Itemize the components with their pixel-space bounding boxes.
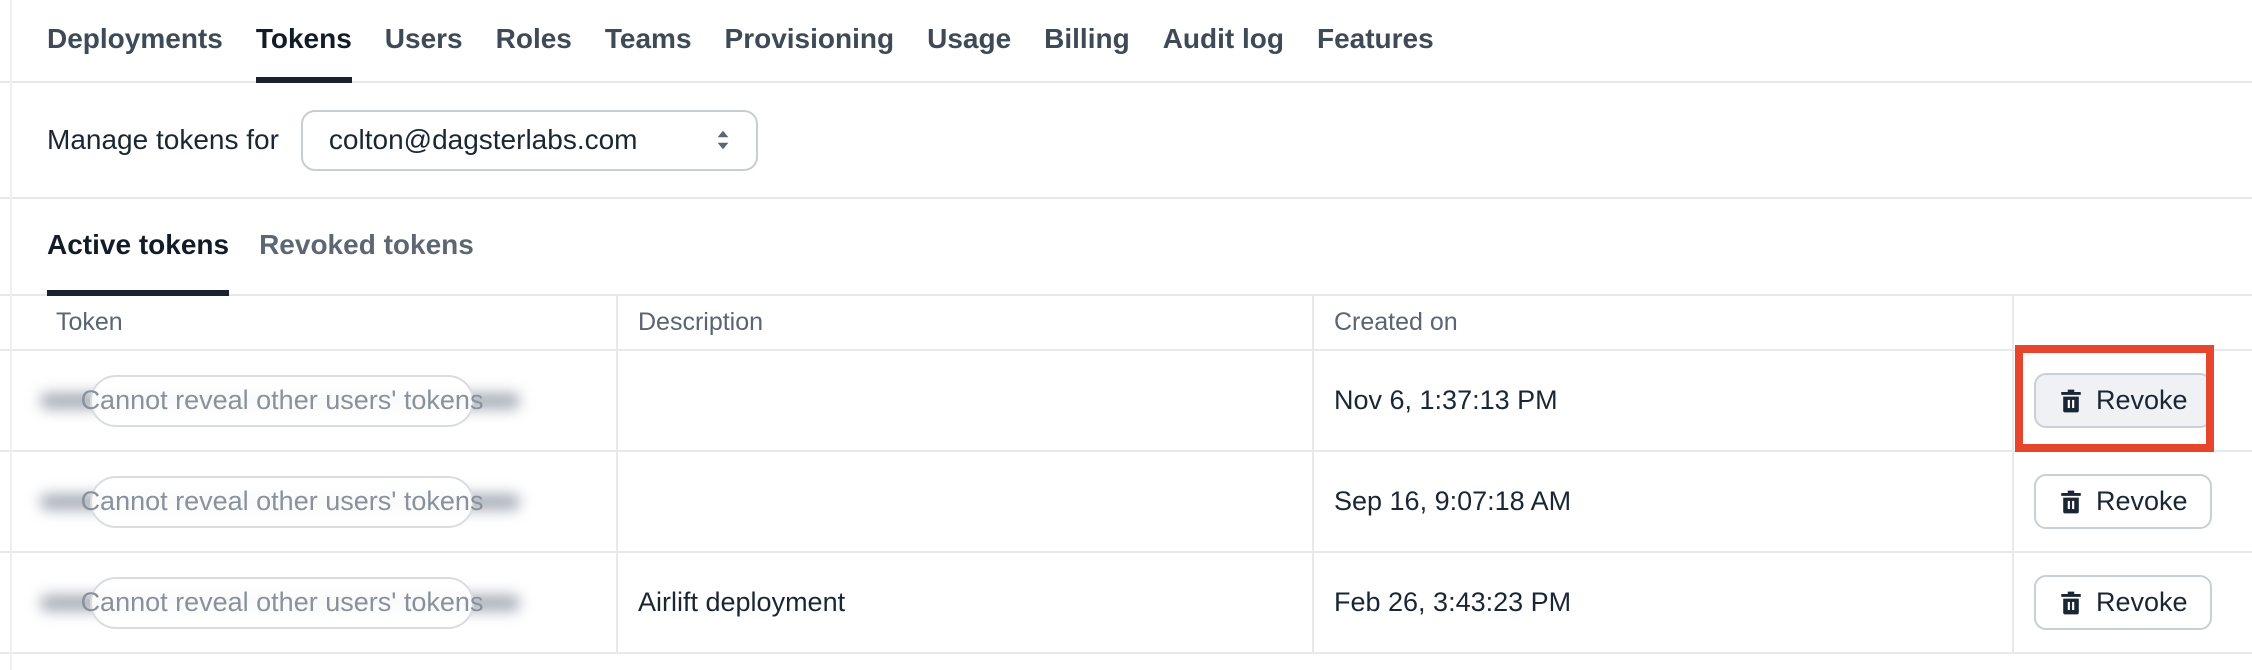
tab-billing[interactable]: Billing — [1044, 0, 1130, 83]
user-select-value: colton@dagsterlabs.com — [328, 124, 638, 155]
table-row: Cannot reveal other users' tokens Nov 6,… — [0, 350, 2252, 452]
actions-cell: Revoke — [2013, 451, 2252, 553]
token-hidden-pill: Cannot reveal other users' tokens — [81, 475, 483, 528]
token-cell: Cannot reveal other users' tokens — [0, 451, 618, 553]
actions-cell: Revoke — [2013, 552, 2252, 654]
created-on-cell: Nov 6, 1:37:13 PM — [1313, 350, 2014, 452]
tokens-table: Token Description Created on Cannot reve… — [0, 296, 2252, 654]
trash-icon — [2058, 590, 2084, 616]
token-subtabs: Active tokens Revoked tokens — [0, 199, 2252, 296]
created-on-cell: Feb 26, 3:43:23 PM — [1313, 552, 2014, 654]
table-header-row: Token Description Created on — [0, 296, 2252, 351]
revoke-button[interactable]: Revoke — [2034, 474, 2212, 529]
page-left-border — [10, 0, 12, 670]
tab-deployments[interactable]: Deployments — [47, 0, 223, 83]
token-hidden-pill: Cannot reveal other users' tokens — [81, 576, 483, 629]
table-row: Cannot reveal other users' tokens Airlif… — [0, 552, 2252, 654]
revoke-button-label: Revoke — [2096, 385, 2188, 415]
column-header-description: Description — [617, 296, 1314, 351]
manage-tokens-row: Manage tokens for colton@dagsterlabs.com — [0, 83, 2252, 199]
revoke-button[interactable]: Revoke — [2034, 373, 2212, 428]
trash-icon — [2058, 489, 2084, 515]
manage-tokens-label: Manage tokens for — [47, 124, 279, 155]
subtab-revoked-tokens[interactable]: Revoked tokens — [259, 199, 474, 296]
column-header-actions — [2013, 296, 2252, 351]
description-cell — [617, 451, 1314, 553]
subtab-active-tokens[interactable]: Active tokens — [47, 199, 230, 296]
token-cell: Cannot reveal other users' tokens — [0, 552, 618, 654]
table-row: Cannot reveal other users' tokens Sep 16… — [0, 451, 2252, 553]
tab-usage[interactable]: Usage — [927, 0, 1011, 83]
created-on-cell: Sep 16, 9:07:18 AM — [1313, 451, 2014, 553]
description-cell — [617, 350, 1314, 452]
column-header-created-on: Created on — [1313, 296, 2014, 351]
revoke-button[interactable]: Revoke — [2034, 575, 2212, 630]
revoke-button-label: Revoke — [2096, 486, 2188, 516]
column-header-token: Token — [0, 296, 618, 351]
tab-tokens[interactable]: Tokens — [255, 0, 352, 83]
tab-provisioning[interactable]: Provisioning — [725, 0, 895, 83]
tab-users[interactable]: Users — [385, 0, 463, 83]
token-hidden-pill: Cannot reveal other users' tokens — [81, 374, 483, 427]
tab-roles[interactable]: Roles — [496, 0, 572, 83]
description-cell: Airlift deployment — [617, 552, 1314, 654]
tab-teams[interactable]: Teams — [605, 0, 692, 83]
user-select[interactable]: colton@dagsterlabs.com — [300, 109, 758, 171]
actions-cell: Revoke — [2013, 350, 2252, 452]
tab-features[interactable]: Features — [1317, 0, 1434, 83]
token-cell: Cannot reveal other users' tokens — [0, 350, 618, 452]
settings-tabbar: Deployments Tokens Users Roles Teams Pro… — [0, 0, 2252, 83]
select-updown-caret-icon — [710, 127, 736, 153]
tab-audit-log[interactable]: Audit log — [1163, 0, 1284, 83]
trash-icon — [2058, 388, 2084, 414]
revoke-button-label: Revoke — [2096, 587, 2188, 617]
